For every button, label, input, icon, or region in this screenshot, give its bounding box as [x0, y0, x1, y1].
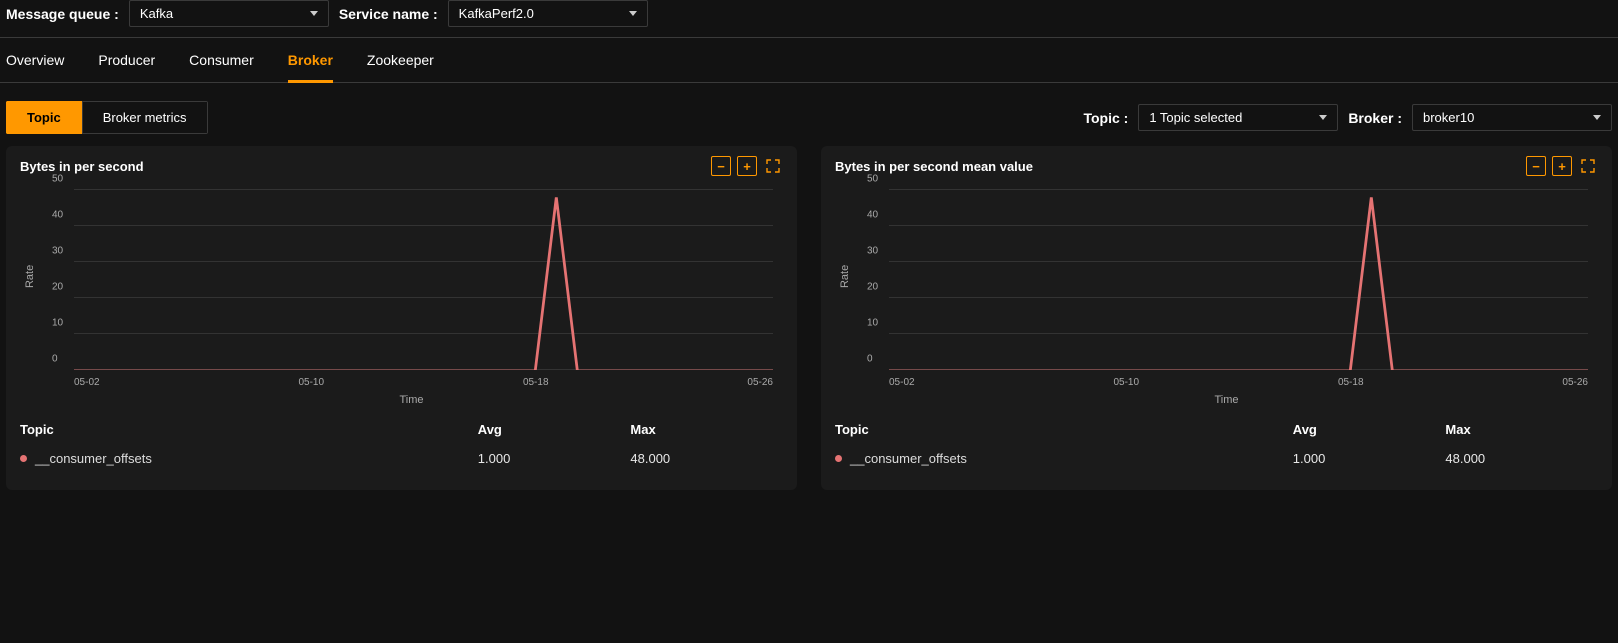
- x-tick: 05-26: [747, 377, 773, 388]
- y-tick: 0: [867, 354, 873, 365]
- y-tick: 10: [867, 318, 878, 329]
- legend-header-max: Max: [630, 422, 783, 437]
- panel-title: Bytes in per second mean value: [835, 159, 1033, 174]
- y-tick: 30: [52, 246, 63, 257]
- panel-header: Bytes in per second − +: [20, 156, 783, 176]
- y-tick: 40: [867, 210, 878, 221]
- topic-filter-value: 1 Topic selected: [1149, 110, 1242, 125]
- panels-container: Bytes in per second − + Rate 0 10 20: [0, 146, 1618, 490]
- x-tick: 05-18: [1338, 377, 1364, 388]
- y-tick: 10: [52, 318, 63, 329]
- tab-producer[interactable]: Producer: [98, 52, 155, 82]
- message-queue-select[interactable]: Kafka: [129, 0, 329, 27]
- series-name: __consumer_offsets: [35, 451, 152, 466]
- x-axis: 05-02 05-10 05-18 05-26: [74, 377, 773, 388]
- collapse-icon[interactable]: −: [1526, 156, 1546, 176]
- x-axis-label: Time: [399, 394, 423, 406]
- filter-controls: Topic : 1 Topic selected Broker : broker…: [1083, 104, 1612, 131]
- caret-down-icon: [310, 11, 318, 16]
- series-name: __consumer_offsets: [850, 451, 967, 466]
- chart: Rate 0 10 20 30 40 50 05-02 05-1: [865, 190, 1588, 400]
- service-name-value: KafkaPerf2.0: [459, 6, 534, 21]
- broker-filter-select[interactable]: broker10: [1412, 104, 1612, 131]
- tab-consumer[interactable]: Consumer: [189, 52, 254, 82]
- x-axis-label: Time: [1214, 394, 1238, 406]
- series-avg: 1.000: [478, 451, 631, 466]
- x-tick: 05-26: [1562, 377, 1588, 388]
- broker-filter-value: broker10: [1423, 110, 1474, 125]
- caret-down-icon: [629, 11, 637, 16]
- line-series: [889, 190, 1588, 370]
- legend-table: Topic Avg Max __consumer_offsets 1.000 4…: [20, 422, 783, 466]
- y-tick: 30: [867, 246, 878, 257]
- line-series: [74, 190, 773, 370]
- series-avg: 1.000: [1293, 451, 1446, 466]
- series-dot-icon: [835, 455, 842, 462]
- panel-header: Bytes in per second mean value − +: [835, 156, 1598, 176]
- caret-down-icon: [1593, 115, 1601, 120]
- legend-header-topic: Topic: [20, 422, 478, 437]
- caret-down-icon: [1319, 115, 1327, 120]
- panel-bytes-in: Bytes in per second − + Rate 0 10 20: [6, 146, 797, 490]
- legend-table: Topic Avg Max __consumer_offsets 1.000 4…: [835, 422, 1598, 466]
- chart-plot: 0 10 20 30 40 50: [74, 190, 773, 370]
- legend-item[interactable]: __consumer_offsets: [835, 451, 1293, 466]
- y-tick: 20: [52, 282, 63, 293]
- y-tick: 0: [52, 354, 58, 365]
- expand-icon[interactable]: +: [737, 156, 757, 176]
- panel-title: Bytes in per second: [20, 159, 144, 174]
- topbar: Message queue : Kafka Service name : Kaf…: [0, 0, 1618, 37]
- message-queue-label: Message queue :: [6, 6, 119, 22]
- service-name-select[interactable]: KafkaPerf2.0: [448, 0, 648, 27]
- legend-header-avg: Avg: [478, 422, 631, 437]
- chart-plot: 0 10 20 30 40 50: [889, 190, 1588, 370]
- main-tabs: Overview Producer Consumer Broker Zookee…: [0, 38, 1618, 83]
- fullscreen-icon[interactable]: [1578, 156, 1598, 176]
- topic-filter-select[interactable]: 1 Topic selected: [1138, 104, 1338, 131]
- controls-row: Topic Broker metrics Topic : 1 Topic sel…: [0, 83, 1618, 146]
- expand-icon[interactable]: +: [1552, 156, 1572, 176]
- legend-header-max: Max: [1445, 422, 1598, 437]
- y-axis-label: Rate: [839, 265, 851, 288]
- tab-broker[interactable]: Broker: [288, 52, 333, 83]
- service-name-label: Service name :: [339, 6, 438, 22]
- legend-header-topic: Topic: [835, 422, 1293, 437]
- legend-header-avg: Avg: [1293, 422, 1446, 437]
- x-tick: 05-10: [298, 377, 324, 388]
- subtab-toggle: Topic Broker metrics: [6, 101, 208, 134]
- message-queue-value: Kafka: [140, 6, 173, 21]
- topic-filter-label: Topic :: [1083, 110, 1128, 126]
- subtab-topic[interactable]: Topic: [6, 101, 82, 134]
- series-max: 48.000: [1445, 451, 1598, 466]
- tab-zookeeper[interactable]: Zookeeper: [367, 52, 434, 82]
- x-axis: 05-02 05-10 05-18 05-26: [889, 377, 1588, 388]
- collapse-icon[interactable]: −: [711, 156, 731, 176]
- x-tick: 05-18: [523, 377, 549, 388]
- fullscreen-icon[interactable]: [763, 156, 783, 176]
- x-tick: 05-02: [889, 377, 915, 388]
- series-dot-icon: [20, 455, 27, 462]
- broker-filter-label: Broker :: [1348, 110, 1402, 126]
- panel-bytes-in-mean: Bytes in per second mean value − + Rate …: [821, 146, 1612, 490]
- y-axis-label: Rate: [24, 265, 36, 288]
- x-tick: 05-10: [1113, 377, 1139, 388]
- x-tick: 05-02: [74, 377, 100, 388]
- series-max: 48.000: [630, 451, 783, 466]
- tab-overview[interactable]: Overview: [6, 52, 64, 82]
- y-tick: 20: [867, 282, 878, 293]
- y-tick: 50: [867, 174, 878, 185]
- y-tick: 50: [52, 174, 63, 185]
- chart: Rate 0 10 20 30 40 50 05-02 05-1: [50, 190, 773, 400]
- subtab-broker-metrics[interactable]: Broker metrics: [82, 101, 208, 134]
- y-tick: 40: [52, 210, 63, 221]
- legend-item[interactable]: __consumer_offsets: [20, 451, 478, 466]
